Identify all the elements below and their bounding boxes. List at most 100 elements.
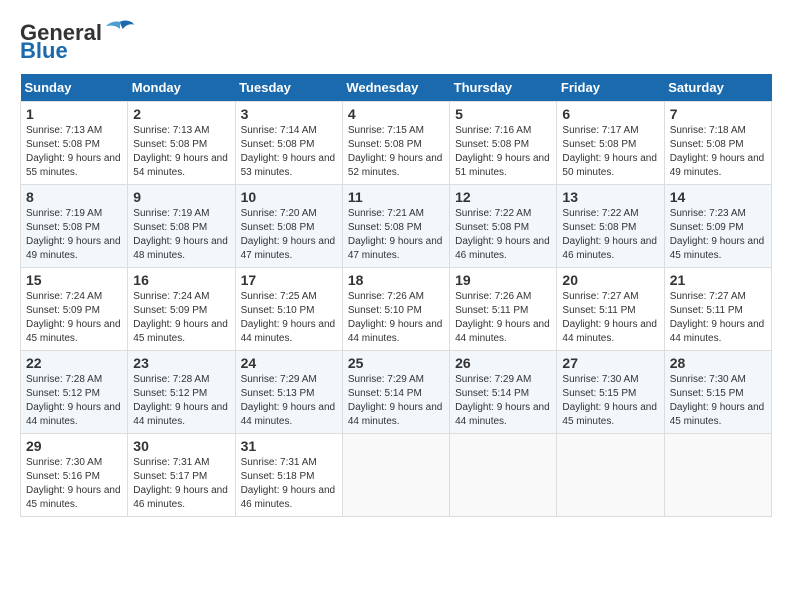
calendar-cell: 6 Sunrise: 7:17 AMSunset: 5:08 PMDaylight… bbox=[557, 102, 664, 185]
calendar-cell: 3 Sunrise: 7:14 AMSunset: 5:08 PMDaylight… bbox=[235, 102, 342, 185]
day-number: 7 bbox=[670, 106, 766, 122]
calendar-table: SundayMondayTuesdayWednesdayThursdayFrid… bbox=[20, 74, 772, 517]
day-number: 20 bbox=[562, 272, 658, 288]
day-info: Sunrise: 7:30 AMSunset: 5:15 PMDaylight:… bbox=[562, 373, 658, 429]
logo-blue-text: Blue bbox=[20, 38, 68, 64]
calendar-cell: 29 Sunrise: 7:30 AMSunset: 5:16 PMDayligh… bbox=[21, 434, 128, 517]
day-number: 26 bbox=[455, 355, 551, 371]
weekday-header-thursday: Thursday bbox=[450, 74, 557, 102]
day-info: Sunrise: 7:19 AMSunset: 5:08 PMDaylight:… bbox=[26, 207, 122, 263]
week-row-1: 1 Sunrise: 7:13 AMSunset: 5:08 PMDaylight… bbox=[21, 102, 772, 185]
day-info: Sunrise: 7:16 AMSunset: 5:08 PMDaylight:… bbox=[455, 124, 551, 180]
day-number: 1 bbox=[26, 106, 122, 122]
calendar-cell: 7 Sunrise: 7:18 AMSunset: 5:08 PMDaylight… bbox=[664, 102, 771, 185]
day-info: Sunrise: 7:28 AMSunset: 5:12 PMDaylight:… bbox=[133, 373, 229, 429]
day-number: 30 bbox=[133, 438, 229, 454]
calendar-cell: 15Sunrise: 7:24 AMSunset: 5:09 PMDayligh… bbox=[21, 268, 128, 351]
logo-bird-icon bbox=[106, 19, 134, 39]
day-info: Sunrise: 7:26 AMSunset: 5:10 PMDaylight:… bbox=[348, 290, 444, 346]
day-info: Sunrise: 7:21 AMSunset: 5:08 PMDaylight:… bbox=[348, 207, 444, 263]
day-number: 22 bbox=[26, 355, 122, 371]
day-number: 4 bbox=[348, 106, 444, 122]
calendar-cell: 30Sunrise: 7:31 AMSunset: 5:17 PMDayligh… bbox=[128, 434, 235, 517]
day-number: 5 bbox=[455, 106, 551, 122]
day-number: 19 bbox=[455, 272, 551, 288]
day-number: 9 bbox=[133, 189, 229, 205]
week-row-2: 8 Sunrise: 7:19 AMSunset: 5:08 PMDaylight… bbox=[21, 185, 772, 268]
calendar-cell bbox=[664, 434, 771, 517]
calendar-cell: 24Sunrise: 7:29 AMSunset: 5:13 PMDayligh… bbox=[235, 351, 342, 434]
day-number: 11 bbox=[348, 189, 444, 205]
calendar-cell: 12Sunrise: 7:22 AMSunset: 5:08 PMDayligh… bbox=[450, 185, 557, 268]
weekday-header-row: SundayMondayTuesdayWednesdayThursdayFrid… bbox=[21, 74, 772, 102]
day-number: 28 bbox=[670, 355, 766, 371]
day-info: Sunrise: 7:29 AMSunset: 5:13 PMDaylight:… bbox=[241, 373, 337, 429]
day-info: Sunrise: 7:15 AMSunset: 5:08 PMDaylight:… bbox=[348, 124, 444, 180]
page-container: General Blue SundayMondayTuesdayWednesda… bbox=[20, 20, 772, 517]
calendar-cell: 20 Sunrise: 7:27 AMSunset: 5:11 PMDayligh… bbox=[557, 268, 664, 351]
calendar-cell: 13 Sunrise: 7:22 AMSunset: 5:08 PMDayligh… bbox=[557, 185, 664, 268]
calendar-cell: 1 Sunrise: 7:13 AMSunset: 5:08 PMDaylight… bbox=[21, 102, 128, 185]
weekday-header-saturday: Saturday bbox=[664, 74, 771, 102]
day-info: Sunrise: 7:27 AMSunset: 5:11 PMDaylight:… bbox=[562, 290, 658, 346]
day-number: 18 bbox=[348, 272, 444, 288]
day-number: 13 bbox=[562, 189, 658, 205]
weekday-header-friday: Friday bbox=[557, 74, 664, 102]
day-number: 10 bbox=[241, 189, 337, 205]
calendar-cell: 14Sunrise: 7:23 AMSunset: 5:09 PMDayligh… bbox=[664, 185, 771, 268]
day-info: Sunrise: 7:31 AMSunset: 5:18 PMDaylight:… bbox=[241, 456, 337, 512]
day-info: Sunrise: 7:24 AMSunset: 5:09 PMDaylight:… bbox=[26, 290, 122, 346]
day-info: Sunrise: 7:29 AMSunset: 5:14 PMDaylight:… bbox=[348, 373, 444, 429]
day-number: 2 bbox=[133, 106, 229, 122]
day-info: Sunrise: 7:13 AMSunset: 5:08 PMDaylight:… bbox=[26, 124, 122, 180]
day-info: Sunrise: 7:22 AMSunset: 5:08 PMDaylight:… bbox=[455, 207, 551, 263]
day-number: 17 bbox=[241, 272, 337, 288]
day-number: 27 bbox=[562, 355, 658, 371]
day-info: Sunrise: 7:13 AMSunset: 5:08 PMDaylight:… bbox=[133, 124, 229, 180]
calendar-cell: 16Sunrise: 7:24 AMSunset: 5:09 PMDayligh… bbox=[128, 268, 235, 351]
weekday-header-monday: Monday bbox=[128, 74, 235, 102]
day-info: Sunrise: 7:24 AMSunset: 5:09 PMDaylight:… bbox=[133, 290, 229, 346]
calendar-cell: 28 Sunrise: 7:30 AMSunset: 5:15 PMDayligh… bbox=[664, 351, 771, 434]
calendar-cell: 26 Sunrise: 7:29 AMSunset: 5:14 PMDayligh… bbox=[450, 351, 557, 434]
day-number: 3 bbox=[241, 106, 337, 122]
day-info: Sunrise: 7:30 AMSunset: 5:15 PMDaylight:… bbox=[670, 373, 766, 429]
header: General Blue bbox=[20, 20, 772, 64]
calendar-cell: 9 Sunrise: 7:19 AMSunset: 5:08 PMDaylight… bbox=[128, 185, 235, 268]
day-info: Sunrise: 7:19 AMSunset: 5:08 PMDaylight:… bbox=[133, 207, 229, 263]
day-number: 8 bbox=[26, 189, 122, 205]
day-number: 23 bbox=[133, 355, 229, 371]
week-row-3: 15Sunrise: 7:24 AMSunset: 5:09 PMDayligh… bbox=[21, 268, 772, 351]
calendar-cell: 17 Sunrise: 7:25 AMSunset: 5:10 PMDayligh… bbox=[235, 268, 342, 351]
calendar-cell: 31 Sunrise: 7:31 AMSunset: 5:18 PMDayligh… bbox=[235, 434, 342, 517]
day-info: Sunrise: 7:27 AMSunset: 5:11 PMDaylight:… bbox=[670, 290, 766, 346]
calendar-cell: 8 Sunrise: 7:19 AMSunset: 5:08 PMDaylight… bbox=[21, 185, 128, 268]
calendar-cell: 2 Sunrise: 7:13 AMSunset: 5:08 PMDaylight… bbox=[128, 102, 235, 185]
calendar-cell: 18 Sunrise: 7:26 AMSunset: 5:10 PMDayligh… bbox=[342, 268, 449, 351]
calendar-cell bbox=[557, 434, 664, 517]
calendar-cell bbox=[342, 434, 449, 517]
calendar-cell: 25Sunrise: 7:29 AMSunset: 5:14 PMDayligh… bbox=[342, 351, 449, 434]
calendar-cell: 27 Sunrise: 7:30 AMSunset: 5:15 PMDayligh… bbox=[557, 351, 664, 434]
calendar-cell: 4 Sunrise: 7:15 AMSunset: 5:08 PMDaylight… bbox=[342, 102, 449, 185]
day-info: Sunrise: 7:26 AMSunset: 5:11 PMDaylight:… bbox=[455, 290, 551, 346]
calendar-cell: 22Sunrise: 7:28 AMSunset: 5:12 PMDayligh… bbox=[21, 351, 128, 434]
calendar-cell: 5 Sunrise: 7:16 AMSunset: 5:08 PMDaylight… bbox=[450, 102, 557, 185]
day-number: 29 bbox=[26, 438, 122, 454]
day-info: Sunrise: 7:18 AMSunset: 5:08 PMDaylight:… bbox=[670, 124, 766, 180]
calendar-cell: 19 Sunrise: 7:26 AMSunset: 5:11 PMDayligh… bbox=[450, 268, 557, 351]
day-number: 6 bbox=[562, 106, 658, 122]
calendar-cell bbox=[450, 434, 557, 517]
weekday-header-tuesday: Tuesday bbox=[235, 74, 342, 102]
day-info: Sunrise: 7:22 AMSunset: 5:08 PMDaylight:… bbox=[562, 207, 658, 263]
day-number: 31 bbox=[241, 438, 337, 454]
day-number: 14 bbox=[670, 189, 766, 205]
day-info: Sunrise: 7:14 AMSunset: 5:08 PMDaylight:… bbox=[241, 124, 337, 180]
logo: General Blue bbox=[20, 20, 134, 64]
calendar-cell: 23 Sunrise: 7:28 AMSunset: 5:12 PMDayligh… bbox=[128, 351, 235, 434]
day-info: Sunrise: 7:30 AMSunset: 5:16 PMDaylight:… bbox=[26, 456, 122, 512]
day-info: Sunrise: 7:25 AMSunset: 5:10 PMDaylight:… bbox=[241, 290, 337, 346]
day-info: Sunrise: 7:29 AMSunset: 5:14 PMDaylight:… bbox=[455, 373, 551, 429]
day-info: Sunrise: 7:17 AMSunset: 5:08 PMDaylight:… bbox=[562, 124, 658, 180]
week-row-5: 29 Sunrise: 7:30 AMSunset: 5:16 PMDayligh… bbox=[21, 434, 772, 517]
